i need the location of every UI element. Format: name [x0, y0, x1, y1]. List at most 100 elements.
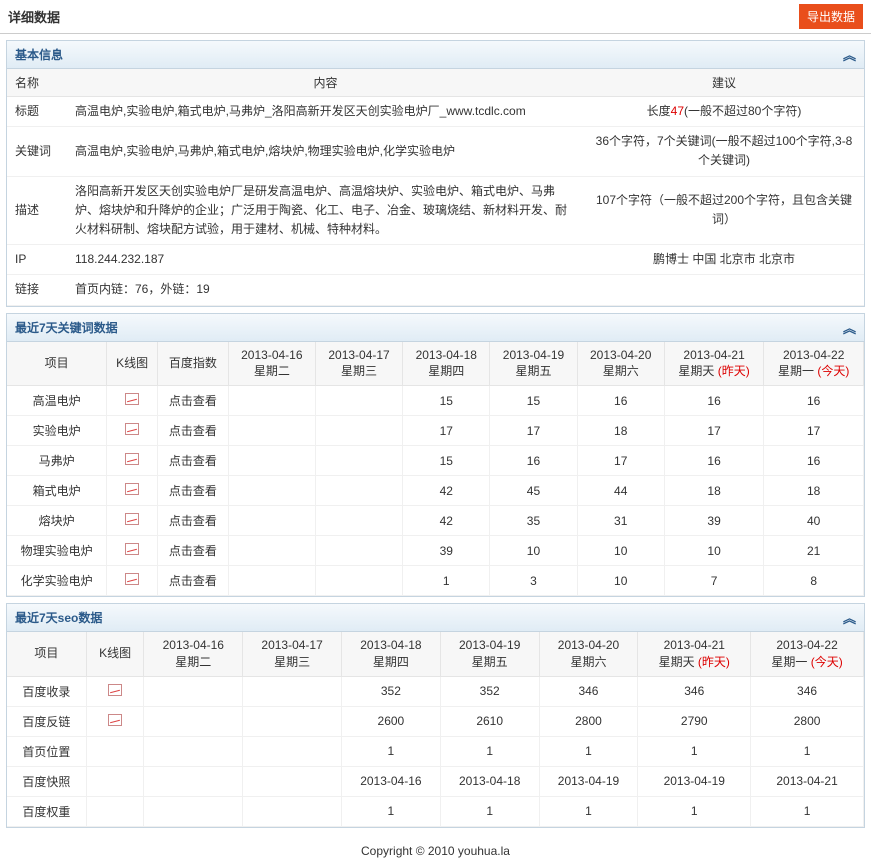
kline-icon[interactable] — [125, 483, 139, 495]
baidu-index-link[interactable]: 点击查看 — [169, 514, 217, 528]
table-row: 物理实验电炉点击查看3910101021 — [7, 536, 864, 566]
data-cell: 346 — [638, 676, 751, 706]
kline-icon[interactable] — [108, 714, 122, 726]
data-cell — [315, 416, 402, 446]
collapse-icon[interactable]: ︽ — [843, 608, 856, 627]
keywords-table: 项目K线图百度指数2013-04-16星期二2013-04-17星期三2013-… — [7, 342, 864, 597]
data-cell — [144, 706, 243, 736]
data-cell: 17 — [764, 416, 864, 446]
data-cell: 40 — [764, 506, 864, 536]
seo-metric-name: 百度收录 — [7, 676, 86, 706]
data-cell: 2800 — [539, 706, 638, 736]
data-cell: 352 — [341, 676, 440, 706]
data-cell — [144, 766, 243, 796]
data-cell — [315, 386, 402, 416]
data-cell — [228, 416, 315, 446]
data-cell: 16 — [664, 446, 764, 476]
data-cell — [228, 536, 315, 566]
data-cell: 1 — [539, 736, 638, 766]
data-cell — [228, 476, 315, 506]
baidu-index-link[interactable]: 点击查看 — [169, 544, 217, 558]
table-row: 百度权重11111 — [7, 796, 864, 826]
data-cell: 39 — [403, 536, 490, 566]
data-cell: 7 — [664, 566, 764, 596]
data-cell: 16 — [490, 446, 577, 476]
data-cell: 16 — [577, 386, 664, 416]
table-row: 百度快照2013-04-162013-04-182013-04-192013-0… — [7, 766, 864, 796]
data-cell — [315, 536, 402, 566]
date-header: 2013-04-19星期五 — [440, 632, 539, 676]
baidu-index-link[interactable]: 点击查看 — [169, 574, 217, 588]
kline-icon[interactable] — [125, 513, 139, 525]
table-row: 熔块炉点击查看4235313940 — [7, 506, 864, 536]
data-cell: 44 — [577, 476, 664, 506]
baidu-index-link[interactable]: 点击查看 — [169, 484, 217, 498]
keyword-name: 马弗炉 — [7, 446, 107, 476]
baidu-index-link[interactable]: 点击查看 — [169, 394, 217, 408]
date-header: 2013-04-21星期天 (昨天) — [664, 342, 764, 386]
data-cell: 15 — [403, 386, 490, 416]
data-cell: 17 — [403, 416, 490, 446]
date-header: 2013-04-21星期天 (昨天) — [638, 632, 751, 676]
data-cell: 2600 — [341, 706, 440, 736]
data-cell — [243, 796, 342, 826]
kline-icon[interactable] — [125, 393, 139, 405]
date-header: 2013-04-22星期一 (今天) — [751, 632, 864, 676]
row-desc: 描述 洛阳高新开发区天创实验电炉厂是研发高温电炉、高温熔块炉、实验电炉、箱式电炉… — [7, 176, 864, 245]
data-cell: 2013-04-21 — [751, 766, 864, 796]
date-header: 2013-04-19星期五 — [490, 342, 577, 386]
table-row: 箱式电炉点击查看4245441818 — [7, 476, 864, 506]
data-cell: 352 — [440, 676, 539, 706]
seo-metric-name: 百度权重 — [7, 796, 86, 826]
data-cell: 1 — [638, 736, 751, 766]
data-cell: 1 — [341, 736, 440, 766]
col-content: 内容 — [67, 69, 584, 97]
data-cell: 45 — [490, 476, 577, 506]
date-header: 2013-04-16星期二 — [228, 342, 315, 386]
kline-icon[interactable] — [125, 573, 139, 585]
keyword-name: 化学实验电炉 — [7, 566, 107, 596]
row-title: 标题 高温电炉,实验电炉,箱式电炉,马弗炉_洛阳高新开发区天创实验电炉厂_www… — [7, 97, 864, 127]
keywords-panel-title: 最近7天关键词数据 — [15, 319, 118, 336]
data-cell: 16 — [764, 446, 864, 476]
kline-icon[interactable] — [125, 543, 139, 555]
data-cell: 1 — [539, 796, 638, 826]
basic-panel-title: 基本信息 — [15, 46, 63, 63]
baidu-index-link[interactable]: 点击查看 — [169, 454, 217, 468]
kline-icon[interactable] — [108, 684, 122, 696]
baidu-index-link[interactable]: 点击查看 — [169, 424, 217, 438]
collapse-icon[interactable]: ︽ — [843, 45, 856, 64]
data-cell: 17 — [664, 416, 764, 446]
row-links: 链接 首页内链：76，外链：19 — [7, 275, 864, 305]
kline-icon[interactable] — [125, 423, 139, 435]
data-cell: 10 — [577, 566, 664, 596]
basic-info-table: 名称 内容 建议 标题 高温电炉,实验电炉,箱式电炉,马弗炉_洛阳高新开发区天创… — [7, 69, 864, 306]
data-cell — [243, 676, 342, 706]
data-cell — [228, 566, 315, 596]
col-suggest: 建议 — [584, 69, 864, 97]
collapse-icon[interactable]: ︽ — [843, 318, 856, 337]
footer: Copyright © 2010 youhua.la — [0, 834, 871, 868]
data-cell: 42 — [403, 476, 490, 506]
date-header: 2013-04-18星期四 — [403, 342, 490, 386]
data-cell: 16 — [664, 386, 764, 416]
data-cell — [228, 386, 315, 416]
data-cell: 2610 — [440, 706, 539, 736]
date-header: 2013-04-16星期二 — [144, 632, 243, 676]
data-cell: 2013-04-19 — [638, 766, 751, 796]
data-cell: 1 — [751, 736, 864, 766]
data-cell: 39 — [664, 506, 764, 536]
seo-metric-name: 百度快照 — [7, 766, 86, 796]
date-header: 2013-04-20星期六 — [577, 342, 664, 386]
col-name: 名称 — [7, 69, 67, 97]
data-cell — [228, 446, 315, 476]
export-button[interactable]: 导出数据 — [799, 4, 863, 29]
date-header: 2013-04-18星期四 — [341, 632, 440, 676]
date-header: 2013-04-17星期三 — [315, 342, 402, 386]
data-cell: 10 — [490, 536, 577, 566]
data-cell: 15 — [490, 386, 577, 416]
data-cell: 3 — [490, 566, 577, 596]
kline-icon[interactable] — [125, 453, 139, 465]
data-cell: 17 — [490, 416, 577, 446]
data-cell — [228, 506, 315, 536]
